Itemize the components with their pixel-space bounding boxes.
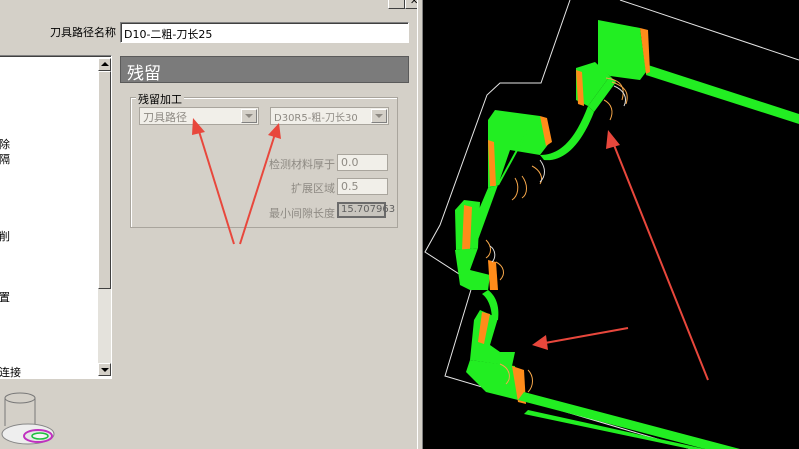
annotation-arrows-dialog <box>192 118 281 245</box>
toolpath-viewport-drawing <box>424 0 799 449</box>
viewport-3d[interactable] <box>423 0 799 449</box>
